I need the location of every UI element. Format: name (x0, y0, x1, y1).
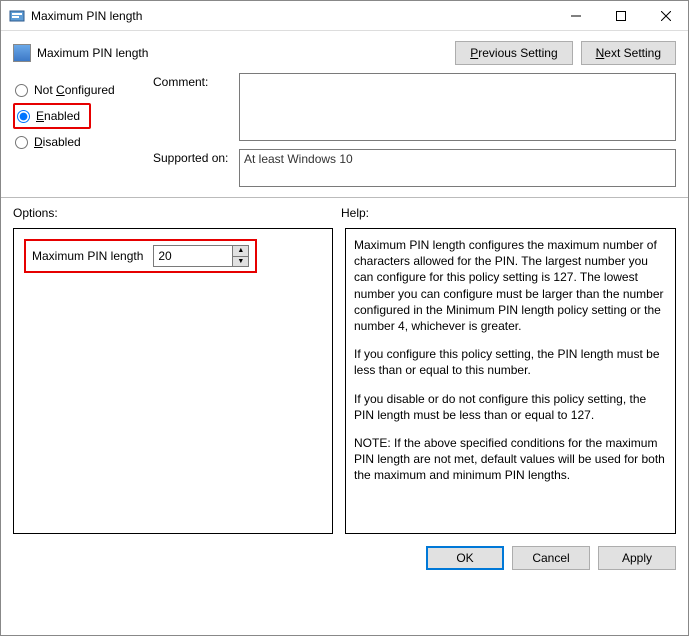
dialog-buttons: OK Cancel Apply (1, 534, 688, 582)
policy-header-icon (13, 44, 31, 62)
radio-not-configured[interactable]: Not Configured (13, 77, 153, 103)
window-title: Maximum PIN length (31, 9, 553, 23)
policy-title-text: Maximum PIN length (37, 46, 148, 60)
help-panel[interactable]: Maximum PIN length configures the maximu… (345, 228, 676, 534)
titlebar: Maximum PIN length (1, 1, 688, 31)
comment-input[interactable] (239, 73, 676, 141)
minimize-button[interactable] (553, 1, 598, 30)
maximize-button[interactable] (598, 1, 643, 30)
state-radio-group: Not Configured Enabled Disabled (13, 73, 153, 187)
max-pin-length-input[interactable] (154, 246, 232, 266)
help-text: If you disable or do not configure this … (354, 391, 667, 423)
options-panel: Maximum PIN length ▲ ▼ (13, 228, 333, 534)
help-text: Maximum PIN length configures the maximu… (354, 237, 667, 334)
radio-not-configured-input[interactable] (15, 84, 28, 97)
help-label: Help: (341, 206, 369, 220)
next-setting-button[interactable]: Next Setting (581, 41, 676, 65)
radio-enabled[interactable]: Enabled (13, 103, 91, 129)
supported-on-value: At least Windows 10 (239, 149, 676, 187)
body-row: Maximum PIN length ▲ ▼ Maximum PIN lengt… (1, 224, 688, 534)
max-pin-length-spinner[interactable]: ▲ ▼ (153, 245, 249, 267)
radio-enabled-input[interactable] (17, 110, 30, 123)
apply-button[interactable]: Apply (598, 546, 676, 570)
spinner-down-button[interactable]: ▼ (233, 257, 248, 267)
policy-title: Maximum PIN length (13, 44, 447, 62)
close-button[interactable] (643, 1, 688, 30)
panel-headers: Options: Help: (1, 198, 688, 224)
radio-disabled[interactable]: Disabled (13, 129, 153, 155)
max-pin-length-label: Maximum PIN length (32, 249, 143, 263)
comment-label: Comment: (153, 73, 239, 89)
radio-disabled-input[interactable] (15, 136, 28, 149)
policy-icon (9, 8, 25, 24)
cancel-button[interactable]: Cancel (512, 546, 590, 570)
ok-button[interactable]: OK (426, 546, 504, 570)
header-row: Maximum PIN length Previous Setting Next… (1, 31, 688, 71)
max-pin-length-control: Maximum PIN length ▲ ▼ (24, 239, 257, 273)
supported-on-label: Supported on: (153, 149, 239, 165)
previous-setting-button[interactable]: Previous Setting (455, 41, 572, 65)
help-text: If you configure this policy setting, th… (354, 346, 667, 378)
state-area: Not Configured Enabled Disabled Comment:… (1, 71, 688, 198)
options-label: Options: (13, 206, 341, 220)
spinner-up-button[interactable]: ▲ (233, 246, 248, 257)
help-text: NOTE: If the above specified conditions … (354, 435, 667, 484)
